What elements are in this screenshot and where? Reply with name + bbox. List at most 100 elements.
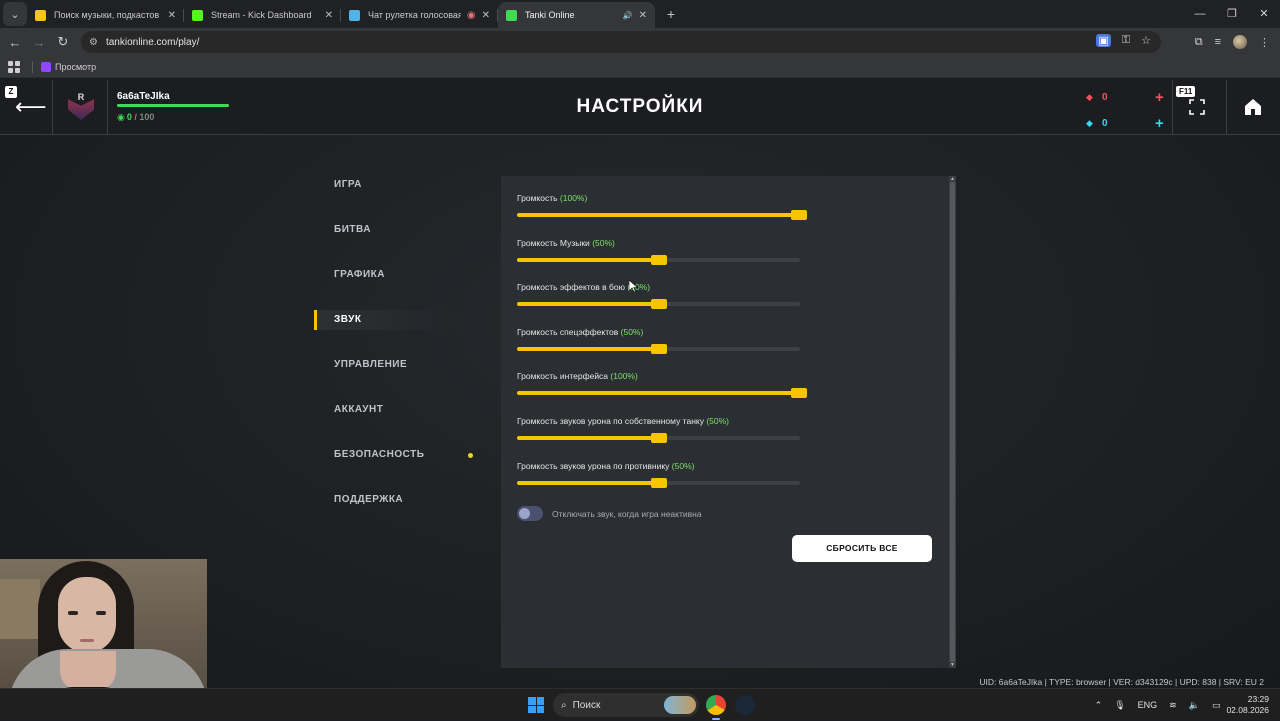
windows-start-icon[interactable] [528,697,544,713]
tab-close-icon[interactable]: ✕ [482,10,490,21]
settings-tab-5[interactable]: АККАУНТ [314,400,484,445]
scroll-thumb[interactable] [950,182,955,662]
volume-percent: (50%) [706,416,730,426]
reset-all-button[interactable]: СБРОСИТЬ ВСЕ [792,535,932,562]
microphone-icon[interactable]: 🎙 [1114,700,1125,711]
speaker-icon[interactable]: 🔈 [1189,700,1200,711]
settings-tab-4[interactable]: УПРАВЛЕНИЕ [314,355,484,400]
settings-tab-7[interactable]: ПОДДЕРЖКА [314,490,484,535]
volume-slider-label: Громкость звуков урона по собственному т… [517,416,730,426]
steam-taskbar-icon[interactable] [735,695,755,715]
battery-icon[interactable]: ▭ [1212,700,1221,711]
volume-slider-row: Громкость звуков урона по противнику (50… [517,460,800,488]
settings-tab-label: БЕЗОПАСНОСТЬ [334,449,425,460]
volume-slider-handle[interactable] [650,343,667,354]
browser-menu-icon[interactable]: ⋮ [1259,36,1270,49]
volume-slider-row: Громкость Музыки (50%) [517,237,800,265]
new-tab-button[interactable]: + [661,6,681,22]
bookmark-divider [32,60,33,73]
home-icon[interactable] [1244,98,1262,116]
chrome-taskbar-icon[interactable] [706,695,726,715]
tab-close-icon[interactable]: ✕ [325,10,333,21]
search-icon: ⌕ [561,699,567,711]
settings-tab-6[interactable]: БЕЗОПАСНОСТЬ [314,445,484,490]
fullscreen-icon[interactable] [1188,98,1206,116]
settings-tab-0[interactable]: ИГРА [314,175,484,220]
add-rubies-button[interactable]: + [1155,89,1164,106]
minimize-icon[interactable]: — [1184,0,1216,28]
settings-category-menu: ИГРА БИТВА ГРАФИКА ЗВУК УПРАВЛЕНИЕ АККАУНТ БЕЗ… [314,175,484,535]
browser-tab[interactable]: Stream - Kick Dashboard ✕ [184,2,341,28]
volume-slider-track[interactable] [517,343,800,354]
volume-slider-row: Громкость спецэффектов (50%) [517,326,800,354]
volume-slider-row: Громкость эффектов в бою (50%) [517,282,800,310]
volume-slider-handle[interactable] [791,210,807,220]
profile-avatar[interactable] [1233,35,1247,49]
volume-slider-track[interactable] [517,477,800,488]
wifi-icon[interactable]: ≋ [1169,700,1177,711]
browser-tab[interactable]: Чат рулетка голосовая — Чатрулетка ◉ ✕ [341,2,498,28]
panel-scrollbar[interactable]: ▲ ▼ [949,176,956,668]
crystal-icon: ◆ [1086,118,1093,128]
tab-close-icon[interactable]: ✕ [168,10,176,21]
restore-icon[interactable]: ❐ [1216,0,1248,28]
volume-slider-handle[interactable] [791,388,807,399]
bookmark-star-icon[interactable]: ☆ [1141,34,1151,47]
settings-tab-3[interactable]: ЗВУК [314,310,484,355]
settings-tab-label: БИТВА [334,224,371,235]
language-indicator[interactable]: ENG [1138,700,1158,710]
bookmark-link[interactable]: Просмотр [55,62,96,72]
twitch-icon [41,61,51,72]
tab-search-button[interactable]: ⌄ [3,2,27,26]
volume-slider-track[interactable] [517,299,800,310]
tab-audio-icon[interactable]: 🔊 [623,11,633,20]
volume-percent: (50%) [620,326,644,337]
mute-inactive-setting: Отключать звук, когда игра неактивна [517,506,702,521]
volume-slider-fill [517,480,659,485]
browser-tab[interactable]: Поиск музыки, подкастов и аудиокниг ✕ [27,2,184,28]
volume-slider-track[interactable] [517,254,800,265]
back-nav-icon[interactable]: ← [3,35,27,50]
volume-slider-handle[interactable] [650,254,667,265]
tab-close-icon[interactable]: ✕ [639,10,647,21]
media-controls-icon[interactable]: ≡ [1215,36,1221,48]
clock[interactable]: 23:29 02.08.2026 [1226,694,1269,716]
volume-slider-handle[interactable] [650,299,667,310]
volume-slider-track[interactable] [517,433,800,443]
ruby-balance: ◆ 0 + [1086,89,1164,106]
apps-grid-icon[interactable] [8,60,20,73]
url-bar[interactable]: ⚙ tankionline.com/play/ ▣ ⚿ ☆ [81,31,1161,53]
mute-inactive-toggle[interactable] [517,506,543,521]
volume-slider-fill [517,257,659,262]
scroll-down-icon[interactable]: ▼ [949,662,956,668]
volume-slider-label: Громкость звуков урона по противнику (50… [517,460,695,471]
divider [1226,80,1227,135]
tray-overflow-icon[interactable]: ⌃ [1095,700,1103,711]
volume-slider-track[interactable] [517,388,807,399]
tab-favicon-icon [192,9,203,21]
bookmarks-bar: Просмотр [0,56,1280,78]
settings-tab-1[interactable]: БИТВА [314,220,484,265]
url-text: tankionline.com/play/ [105,36,200,48]
site-info-icon[interactable]: ⚙ [89,37,98,48]
cast-icon[interactable]: ▣ [1096,34,1111,47]
taskbar-search[interactable]: ⌕ Поиск [553,693,699,717]
clock-time: 23:29 [1247,694,1269,704]
notification-dot [468,453,473,458]
password-key-icon[interactable]: ⚿ [1122,34,1130,47]
volume-slider-handle[interactable] [650,477,667,488]
volume-slider-row: Громкость звуков урона по собственному т… [517,416,800,443]
close-window-icon[interactable]: ✕ [1248,0,1280,28]
volume-slider-handle[interactable] [650,433,667,443]
add-crystals-button[interactable]: + [1155,115,1164,132]
divider [1172,80,1173,135]
game-top-bar: Z ⟵ R 6a6aTeJIka ◉ 0 / 100 НАСТРОЙКИ ◆ 0 … [0,80,1280,135]
volume-slider-track[interactable] [517,210,807,220]
extensions-icon[interactable]: ⧉ [1195,36,1203,49]
settings-tab-label: УПРАВЛЕНИЕ [334,359,408,370]
browser-tab[interactable]: Tanki Online 🔊 ✕ [498,2,655,28]
settings-tab-2[interactable]: ГРАФИКА [314,265,484,310]
volume-slider-label: Громкость Музыки (50%) [517,237,615,248]
reload-icon[interactable]: ↻ [51,34,75,50]
forward-nav-icon[interactable]: → [27,35,51,50]
